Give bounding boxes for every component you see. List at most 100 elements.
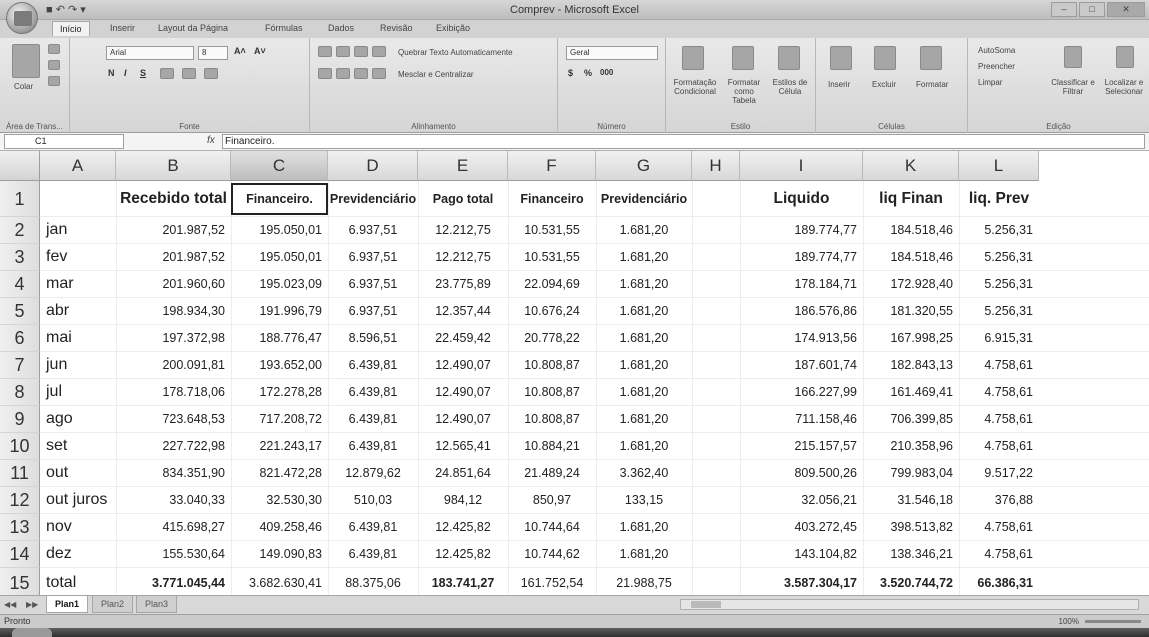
value-cell[interactable]: 24.851,64	[418, 460, 508, 486]
row-header-10[interactable]: 10	[0, 433, 40, 460]
row-header-5[interactable]: 5	[0, 298, 40, 325]
value-cell[interactable]: 181.320,55	[863, 298, 959, 324]
row-label-cell[interactable]: mar	[40, 271, 116, 297]
format-cells-button[interactable]: Formatar	[916, 80, 948, 89]
value-cell[interactable]: 184.518,46	[863, 244, 959, 270]
zoom-level[interactable]: 100%	[1059, 617, 1079, 626]
value-cell[interactable]: 10.676,24	[508, 298, 596, 324]
value-cell[interactable]: 6.937,51	[328, 298, 418, 324]
value-cell[interactable]	[692, 325, 740, 351]
value-cell[interactable]	[692, 271, 740, 297]
value-cell[interactable]: 4.758,61	[959, 352, 1039, 378]
fill-button[interactable]: Preencher	[978, 62, 1015, 71]
value-cell[interactable]: 227.722,98	[116, 433, 231, 459]
value-cell[interactable]: 12.357,44	[418, 298, 508, 324]
column-title-cell[interactable]	[40, 181, 116, 216]
column-header-c[interactable]: C	[231, 151, 328, 181]
column-title-cell[interactable]: liq Finan	[863, 181, 959, 216]
first-sheet-icon[interactable]: ◀◀	[4, 600, 16, 609]
row-header-15[interactable]: 15	[0, 568, 40, 598]
value-cell[interactable]: 12.490,07	[418, 379, 508, 405]
value-cell[interactable]: 183.741,27	[418, 568, 508, 597]
value-cell[interactable]: 188.776,47	[231, 325, 328, 351]
row-label-cell[interactable]: jun	[40, 352, 116, 378]
value-cell[interactable]: 6.937,51	[328, 217, 418, 243]
row-header-8[interactable]: 8	[0, 379, 40, 406]
value-cell[interactable]: 723.648,53	[116, 406, 231, 432]
value-cell[interactable]: 21.988,75	[596, 568, 692, 597]
row-header-2[interactable]: 2	[0, 217, 40, 244]
value-cell[interactable]	[692, 541, 740, 567]
column-header-f[interactable]: F	[508, 151, 596, 181]
value-cell[interactable]: 4.758,61	[959, 406, 1039, 432]
value-cell[interactable]: 4.758,61	[959, 514, 1039, 540]
delete-cells-icon[interactable]	[874, 46, 896, 70]
value-cell[interactable]: 32.530,30	[231, 487, 328, 513]
zoom-slider[interactable]	[1085, 620, 1141, 623]
column-header-b[interactable]: B	[116, 151, 231, 181]
horizontal-scrollbar[interactable]	[680, 599, 1139, 610]
currency-button[interactable]: $	[568, 68, 573, 78]
value-cell[interactable]: 12.490,07	[418, 406, 508, 432]
value-cell[interactable]: 172.278,28	[231, 379, 328, 405]
value-cell[interactable]: 33.040,33	[116, 487, 231, 513]
scroll-thumb[interactable]	[691, 601, 721, 608]
row-header-6[interactable]: 6	[0, 325, 40, 352]
find-select-button[interactable]: Localizar e Selecionar	[1100, 78, 1148, 96]
row-label-cell[interactable]: out	[40, 460, 116, 486]
column-title-cell[interactable]: Liquido	[740, 181, 863, 216]
column-header-a[interactable]: A	[40, 151, 116, 181]
value-cell[interactable]: 5.256,31	[959, 298, 1039, 324]
column-header-g[interactable]: G	[596, 151, 692, 181]
value-cell[interactable]: 1.681,20	[596, 217, 692, 243]
value-cell[interactable]: 133,15	[596, 487, 692, 513]
tab-revisao[interactable]: Revisão	[380, 23, 413, 33]
sheet-tab-plan3[interactable]: Plan3	[136, 596, 178, 613]
cell-styles-icon[interactable]	[778, 46, 800, 70]
row-label-cell[interactable]: jul	[40, 379, 116, 405]
row-header-7[interactable]: 7	[0, 352, 40, 379]
value-cell[interactable]: 3.682.630,41	[231, 568, 328, 597]
insert-cells-button[interactable]: Inserir	[828, 80, 850, 89]
align-bottom-icon[interactable]	[354, 46, 368, 57]
value-cell[interactable]: 809.500,26	[740, 460, 863, 486]
value-cell[interactable]: 1.681,20	[596, 406, 692, 432]
value-cell[interactable]: 5.256,31	[959, 271, 1039, 297]
column-header-d[interactable]: D	[328, 151, 418, 181]
value-cell[interactable]: 409.258,46	[231, 514, 328, 540]
value-cell[interactable]: 834.351,90	[116, 460, 231, 486]
row-label-cell[interactable]: set	[40, 433, 116, 459]
value-cell[interactable]: 172.928,40	[863, 271, 959, 297]
value-cell[interactable]: 12.565,41	[418, 433, 508, 459]
value-cell[interactable]: 398.513,82	[863, 514, 959, 540]
value-cell[interactable]: 191.996,79	[231, 298, 328, 324]
row-header-13[interactable]: 13	[0, 514, 40, 541]
italic-button[interactable]: I	[124, 68, 127, 78]
sheet-tab-plan2[interactable]: Plan2	[92, 596, 134, 613]
value-cell[interactable]	[692, 433, 740, 459]
value-cell[interactable]: 1.681,20	[596, 433, 692, 459]
value-cell[interactable]: 143.104,82	[740, 541, 863, 567]
font-size-select[interactable]: 8	[198, 46, 228, 60]
value-cell[interactable]: 5.256,31	[959, 244, 1039, 270]
value-cell[interactable]: 711.158,46	[740, 406, 863, 432]
row-label-cell[interactable]: abr	[40, 298, 116, 324]
column-title-cell[interactable]: Pago total	[418, 181, 508, 216]
value-cell[interactable]: 10.808,87	[508, 406, 596, 432]
value-cell[interactable]: 166.227,99	[740, 379, 863, 405]
indent-icon[interactable]	[372, 68, 386, 79]
value-cell[interactable]: 174.913,56	[740, 325, 863, 351]
number-format-select[interactable]: Geral	[566, 46, 658, 60]
row-header-14[interactable]: 14	[0, 541, 40, 568]
value-cell[interactable]: 4.758,61	[959, 541, 1039, 567]
value-cell[interactable]: 850,97	[508, 487, 596, 513]
column-header-h[interactable]: H	[692, 151, 740, 181]
value-cell[interactable]: 200.091,81	[116, 352, 231, 378]
row-label-cell[interactable]: jan	[40, 217, 116, 243]
value-cell[interactable]: 201.987,52	[116, 217, 231, 243]
thousands-button[interactable]: 000	[600, 68, 613, 77]
start-button[interactable]	[12, 628, 52, 637]
row-label-cell[interactable]: mai	[40, 325, 116, 351]
value-cell[interactable]: 210.358,96	[863, 433, 959, 459]
column-header-i[interactable]: I	[740, 151, 863, 181]
